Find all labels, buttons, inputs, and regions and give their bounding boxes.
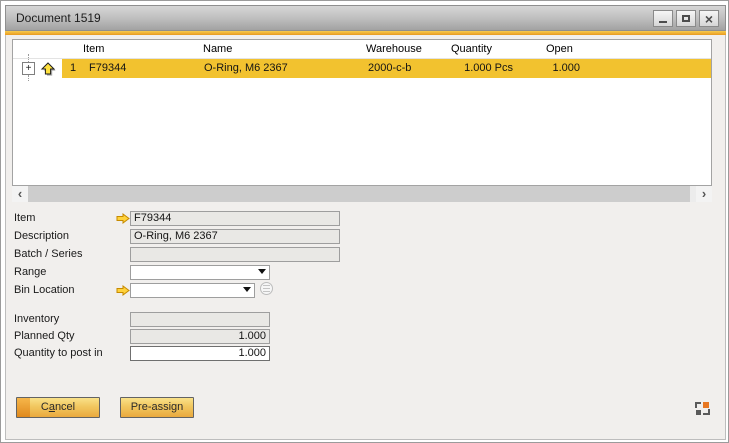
batch-series-field[interactable] [130, 247, 340, 262]
table-row[interactable]: 1 F79344 O-Ring, M6 2367 2000-c-b 1.000 … [62, 59, 711, 78]
qty-to-post-label: Quantity to post in [14, 346, 103, 361]
description-label: Description [14, 229, 69, 244]
cancel-button[interactable]: Cancel [16, 397, 100, 418]
plus-icon: + [26, 63, 32, 74]
cell-quantity[interactable]: 1.000 Pcs [418, 59, 513, 78]
scroll-right-button[interactable]: › [696, 186, 712, 202]
col-header-name[interactable]: Name [203, 40, 232, 58]
description-field[interactable]: O-Ring, M6 2367 [130, 229, 340, 244]
cell-warehouse[interactable]: 2000-c-b [368, 59, 411, 78]
scroll-left-icon: ‹ [18, 186, 22, 201]
scroll-left-button[interactable]: ‹ [12, 186, 28, 202]
cell-name[interactable]: O-Ring, M6 2367 [204, 59, 288, 78]
document-window: Document 1519 × Item Name Warehouse Quan… [0, 0, 729, 443]
col-header-quantity[interactable]: Quantity [451, 40, 492, 58]
col-header-warehouse[interactable]: Warehouse [366, 40, 422, 58]
item-field[interactable]: F79344 [130, 211, 340, 226]
scrollbar-thumb[interactable] [28, 186, 690, 202]
bin-location-dropdown-arrow-icon[interactable] [243, 287, 251, 292]
bin-location-dropdown[interactable] [130, 283, 255, 298]
cancel-button-focus-strip [17, 398, 30, 417]
item-label: Item [14, 211, 35, 226]
qty-to-post-field[interactable]: 1.000 [130, 346, 270, 361]
item-link-arrow-icon[interactable] [116, 213, 130, 224]
inventory-label: Inventory [14, 312, 59, 327]
bin-location-link-arrow-icon[interactable] [116, 285, 130, 296]
minimize-button[interactable] [653, 10, 673, 27]
pre-assign-arrow-icon[interactable] [38, 60, 58, 77]
range-dropdown[interactable] [130, 265, 270, 280]
row-expand-toggle[interactable]: + [22, 62, 35, 75]
window-title: Document 1519 [16, 6, 101, 30]
range-dropdown-arrow-icon[interactable] [258, 269, 266, 274]
items-table: Item Name Warehouse Quantity Open + 1 F7… [12, 39, 712, 186]
planned-qty-field[interactable]: 1.000 [130, 329, 270, 344]
maximize-button[interactable] [676, 10, 696, 27]
bin-location-label: Bin Location [14, 283, 75, 298]
close-button[interactable]: × [699, 10, 719, 27]
table-header: Item Name Warehouse Quantity Open [13, 40, 711, 59]
tree-line [28, 54, 29, 62]
maximize-icon [682, 15, 690, 22]
range-label: Range [14, 265, 46, 280]
horizontal-scrollbar[interactable]: ‹ › [12, 186, 712, 202]
titlebar[interactable]: Document 1519 × [5, 5, 726, 31]
col-header-item[interactable]: Item [83, 40, 104, 58]
pre-assign-button[interactable]: Pre-assign [120, 397, 194, 418]
bin-selection-list-icon[interactable] [260, 282, 273, 295]
expand-form-icon[interactable] [694, 400, 711, 417]
cell-item[interactable]: F79344 [89, 59, 126, 78]
scroll-right-icon: › [702, 186, 706, 201]
cell-open[interactable]: 1.000 [510, 59, 580, 78]
batch-series-label: Batch / Series [14, 247, 82, 262]
col-header-open[interactable]: Open [546, 40, 573, 58]
inventory-field[interactable] [130, 312, 270, 327]
minimize-icon [659, 21, 667, 23]
pre-assign-button-label: Pre-assign [131, 401, 184, 413]
row-number: 1 [70, 59, 76, 78]
close-icon: × [705, 12, 713, 26]
tree-line [28, 75, 29, 81]
planned-qty-label: Planned Qty [14, 329, 75, 344]
cancel-button-label: Cancel [41, 401, 75, 413]
window-controls: × [653, 10, 719, 27]
content-area: Item Name Warehouse Quantity Open + 1 F7… [5, 35, 726, 440]
